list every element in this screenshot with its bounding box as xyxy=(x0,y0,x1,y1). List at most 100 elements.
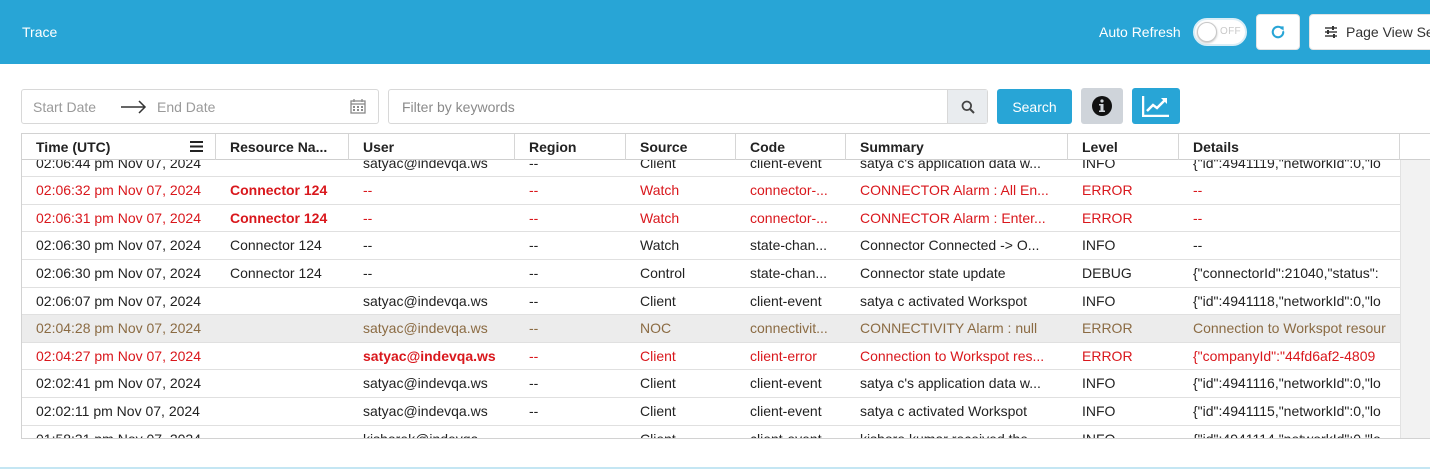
cell-resource-name xyxy=(216,398,349,425)
cell-user: -- xyxy=(363,209,373,226)
auto-refresh-toggle[interactable]: OFF xyxy=(1193,18,1247,46)
table-row[interactable]: 02:04:27 pm Nov 07, 2024 satyac@indevqa.w… xyxy=(22,343,1400,371)
cell-details: -- xyxy=(1193,237,1203,254)
column-header-level[interactable]: Level xyxy=(1068,134,1179,160)
cell-summary: CONNECTOR Alarm : All En... xyxy=(860,182,1049,199)
cell-source: Client xyxy=(640,292,676,309)
cell-level: INFO xyxy=(1082,237,1116,254)
column-header-label: Details xyxy=(1193,139,1239,155)
cell-details: -- xyxy=(1193,209,1203,226)
table-scrollbar[interactable] xyxy=(1400,160,1430,438)
cell-source: Watch xyxy=(640,182,680,199)
cell-source: NOC xyxy=(640,320,672,337)
start-date-placeholder[interactable]: Start Date xyxy=(33,99,96,115)
cell-time: 02:06:30 pm Nov 07, 2024 xyxy=(36,265,202,281)
cell-user: -- xyxy=(363,182,373,199)
table-row[interactable]: 02:06:07 pm Nov 07, 2024 satyac@indevqa.w… xyxy=(22,288,1400,316)
column-header-summary[interactable]: Summary xyxy=(846,134,1068,160)
table-row[interactable]: 02:04:28 pm Nov 07, 2024 satyac@indevqa.w… xyxy=(22,315,1400,343)
table-row[interactable]: 02:06:32 pm Nov 07, 2024 Connector 124 -- -… xyxy=(22,177,1400,205)
cell-region: -- xyxy=(529,403,539,419)
top-bar: Trace Auto Refresh OFF Page View Se xyxy=(0,0,1430,64)
page-title: Trace xyxy=(22,24,58,40)
column-header-source[interactable]: Source xyxy=(626,134,736,160)
cell-region: -- xyxy=(529,237,539,254)
cell-resource-name xyxy=(216,426,349,438)
calendar-icon[interactable] xyxy=(350,98,366,114)
cell-code: connectivit... xyxy=(750,320,828,337)
cell-source: Client xyxy=(640,430,676,439)
cell-summary: satya c activated Workspot xyxy=(860,403,1028,419)
cell-summary: CONNECTOR Alarm : Enter... xyxy=(860,209,1046,226)
refresh-button[interactable] xyxy=(1256,14,1300,50)
date-range-picker[interactable]: Start Date End Date xyxy=(21,89,379,124)
info-button[interactable] xyxy=(1081,88,1123,124)
cell-level: INFO xyxy=(1082,403,1116,419)
filter-input[interactable] xyxy=(389,90,947,123)
cell-time: 02:02:41 pm Nov 07, 2024 xyxy=(36,375,202,392)
cell-level: ERROR xyxy=(1082,209,1133,226)
column-header-label: Summary xyxy=(860,139,924,155)
cell-level: ERROR xyxy=(1082,347,1133,364)
table-row[interactable]: 02:06:31 pm Nov 07, 2024 Connector 124 -- -… xyxy=(22,205,1400,233)
table-row[interactable]: 02:06:30 pm Nov 07, 2024 Connector 124 -- -… xyxy=(22,232,1400,260)
cell-time: 02:06:07 pm Nov 07, 2024 xyxy=(36,292,202,309)
cell-details: {"connectorId":21040,"status": xyxy=(1193,265,1379,281)
table-row[interactable]: 02:02:11 pm Nov 07, 2024 satyac@indevqa.w… xyxy=(22,398,1400,426)
column-header-time[interactable]: Time (UTC) xyxy=(22,134,216,160)
column-header-label: Time (UTC) xyxy=(36,139,111,155)
table-row[interactable]: 02:06:30 pm Nov 07, 2024 Connector 124 -- -… xyxy=(22,260,1400,288)
cell-region: -- xyxy=(529,182,539,199)
column-menu-icon[interactable] xyxy=(190,140,203,153)
cell-time: 02:04:28 pm Nov 07, 2024 xyxy=(36,320,202,337)
cell-user: kishorek@indevqa... xyxy=(363,430,491,439)
cell-source: Client xyxy=(640,347,676,364)
table-row[interactable]: 02:02:41 pm Nov 07, 2024 satyac@indevqa.w… xyxy=(22,370,1400,398)
search-button[interactable]: Search xyxy=(997,89,1072,124)
column-header-details[interactable]: Details xyxy=(1179,134,1400,160)
table-header: Time (UTC) Resource Na... User Region Source… xyxy=(22,134,1430,160)
cell-user: satyac@indevqa.ws xyxy=(363,375,488,392)
auto-refresh-label: Auto Refresh xyxy=(1099,24,1181,40)
column-header-user[interactable]: User xyxy=(349,134,515,160)
column-header-region[interactable]: Region xyxy=(515,134,626,160)
keyword-filter xyxy=(388,89,988,124)
cell-level: INFO xyxy=(1082,430,1116,439)
table-row[interactable]: 01:58:31 pm Nov 07, 2024 kishorek@indevqa… xyxy=(22,426,1400,439)
cell-code: state-chan... xyxy=(750,265,828,281)
cell-time: 02:02:11 pm Nov 07, 2024 xyxy=(36,403,200,419)
cell-level: INFO xyxy=(1082,292,1116,309)
cell-region: -- xyxy=(529,347,539,364)
cell-resource-name: Connector 124 xyxy=(230,237,322,254)
cell-details: {"id":4941115,"networkId":0,"lo xyxy=(1193,403,1381,419)
cell-user: satyac@indevqa.ws xyxy=(363,292,488,309)
cell-source: Client xyxy=(640,375,676,392)
cell-details: {"companyId":"44fd6af2-4809 xyxy=(1193,347,1376,364)
cell-summary: satya c activated Workspot xyxy=(860,292,1028,309)
cell-code: client-event xyxy=(750,430,822,439)
cell-summary: CONNECTIVITY Alarm : null xyxy=(860,320,1038,337)
column-header-code[interactable]: Code xyxy=(736,134,846,160)
cell-region: -- xyxy=(529,292,539,309)
cell-resource-name xyxy=(216,343,349,370)
cell-user: satyac@indevqa.ws xyxy=(363,403,488,419)
page-view-settings-button[interactable]: Page View Se xyxy=(1309,14,1430,50)
chart-button[interactable] xyxy=(1132,88,1180,124)
end-date-placeholder[interactable]: End Date xyxy=(157,99,215,115)
cell-code: client-event xyxy=(750,375,822,392)
cell-resource-name xyxy=(216,315,349,342)
cell-level: ERROR xyxy=(1082,320,1133,337)
cell-resource-name xyxy=(216,370,349,397)
column-header-label: Level xyxy=(1082,139,1118,155)
cell-source: Control xyxy=(640,265,686,281)
filter-search-button[interactable] xyxy=(947,90,987,123)
cell-region: -- xyxy=(529,430,539,439)
column-header-label: Source xyxy=(640,139,688,155)
cell-summary: Connector Connected -> O... xyxy=(860,237,1040,254)
column-header-resource-name[interactable]: Resource Na... xyxy=(216,134,349,160)
sliders-icon xyxy=(1325,26,1337,38)
cell-time: 02:06:30 pm Nov 07, 2024 xyxy=(36,237,202,254)
cell-resource-name xyxy=(216,288,349,315)
column-header-label: Code xyxy=(750,139,785,155)
cell-code: client-event xyxy=(750,403,822,419)
